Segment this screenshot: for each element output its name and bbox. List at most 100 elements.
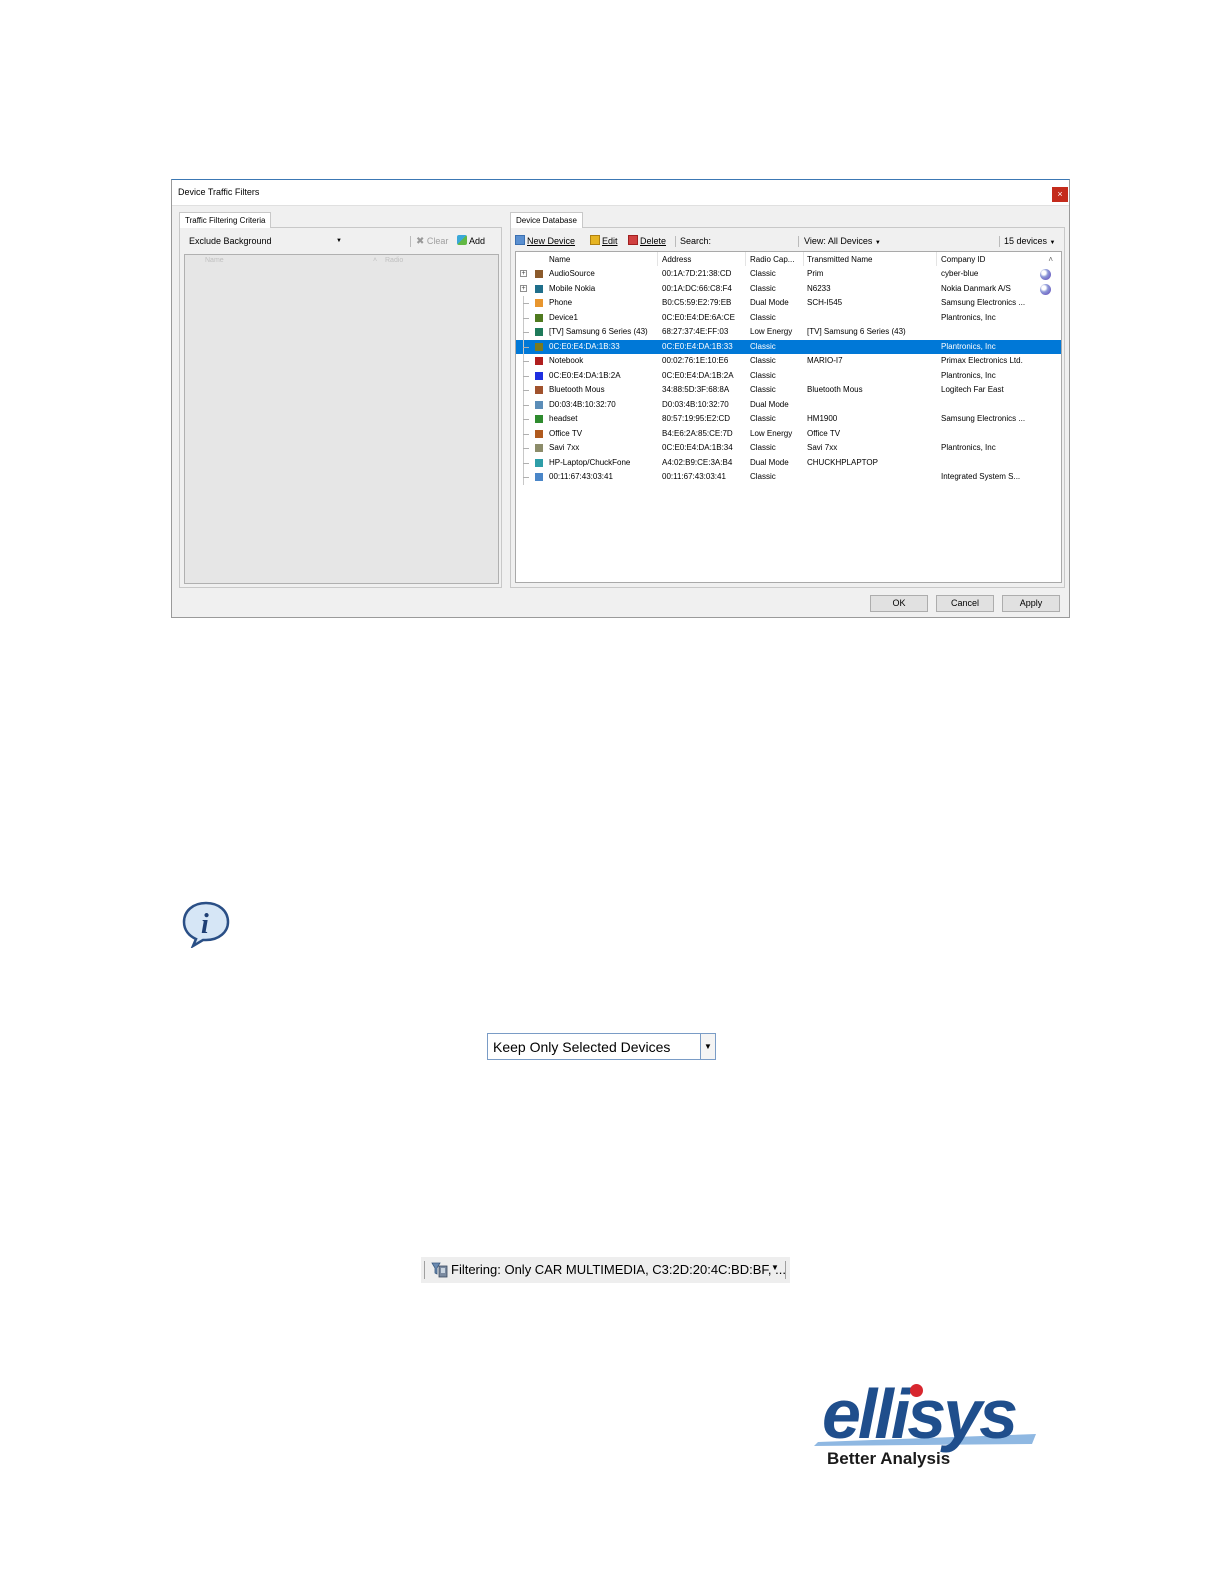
apply-button[interactable]: Apply bbox=[1002, 595, 1060, 612]
tree-line bbox=[523, 477, 529, 478]
device-color-swatch bbox=[535, 284, 543, 293]
device-color-swatch bbox=[535, 429, 543, 438]
cell-address: B0:C5:59:E2:79:EB bbox=[662, 298, 732, 307]
cell-address: 34:88:5D:3F:68:8A bbox=[662, 385, 730, 394]
cell-name: Notebook bbox=[549, 356, 584, 365]
clear-icon: ✖ bbox=[416, 236, 425, 247]
device-row[interactable]: D0:03:4B:10:32:70 D0:03:4B:10:32:70 Dual M… bbox=[516, 397, 1061, 412]
device-row[interactable]: 00:11:67:43:03:41 00:11:67:43:03:41 Classi… bbox=[516, 470, 1061, 485]
tab-device-database[interactable]: Device Database bbox=[510, 212, 583, 228]
delete-icon bbox=[628, 235, 638, 245]
clear-button[interactable]: ✖ Clear bbox=[416, 234, 448, 249]
criteria-list[interactable]: Name ˄ Radio bbox=[184, 254, 499, 584]
database-toolbar: New Device Edit Delete Search: View: All… bbox=[515, 234, 1060, 250]
device-count-dropdown[interactable]: 15 devices ▼ bbox=[1004, 234, 1056, 249]
cell-radio: Classic bbox=[750, 370, 776, 380]
cell-name: AudioSource bbox=[549, 269, 595, 278]
device-row[interactable]: + Mobile Nokia 00:1A:DC:66:C8:F4 Classic N62… bbox=[516, 282, 1061, 297]
cell-company-id: Plantronics, Inc bbox=[941, 341, 996, 351]
column-header-name[interactable]: Name bbox=[549, 255, 570, 264]
cell-transmitted-name: Bluetooth Mous bbox=[807, 385, 863, 394]
device-row[interactable]: 0C:E0:E4:DA:1B:33 0C:E0:E4:DA:1B:33 Classi… bbox=[516, 339, 1061, 354]
cell-company-id: Plantronics, Inc bbox=[941, 312, 996, 322]
ok-button[interactable]: OK bbox=[870, 595, 928, 612]
chevron-down-icon: ▼ bbox=[874, 240, 881, 246]
expand-icon[interactable]: + bbox=[520, 270, 527, 277]
cell-radio: Dual Mode bbox=[750, 457, 789, 467]
edit-label: Edit bbox=[602, 236, 618, 246]
toolbar-separator bbox=[675, 236, 676, 247]
keep-only-selected-devices-select[interactable]: Keep Only Selected Devices ▼ bbox=[487, 1033, 716, 1060]
criteria-column-name[interactable]: Name bbox=[205, 257, 224, 264]
svg-text:i: i bbox=[201, 909, 209, 940]
column-header-company-id[interactable]: Company ID bbox=[941, 255, 985, 264]
expand-icon[interactable]: + bbox=[520, 284, 527, 292]
chevron-down-icon: ▼ bbox=[1049, 240, 1056, 246]
cell-radio: Classic bbox=[750, 443, 776, 452]
ellisys-logo: ellisys Better Analysis bbox=[814, 1375, 1040, 1475]
device-row[interactable]: Notebook 00:02:76:1E:10:E6 Classic MARIO-I7… bbox=[516, 354, 1061, 369]
view-filter-dropdown[interactable]: View: All Devices ▼ bbox=[804, 234, 881, 249]
cell-radio: Low Energy bbox=[750, 428, 793, 438]
cell-transmitted-name: N6233 bbox=[807, 283, 831, 293]
traffic-filtering-criteria-panel: Exclude Background ▼ ✖ Clear Add Name ˄ … bbox=[179, 212, 502, 588]
device-color-swatch bbox=[535, 357, 543, 365]
cell-name: [TV] Samsung 6 Series (43) bbox=[549, 327, 648, 336]
column-header-radio[interactable]: Radio Cap... bbox=[750, 255, 803, 264]
device-row[interactable]: Office TV B4:E6:2A:85:CE:7D Low Energy Offi… bbox=[516, 426, 1061, 441]
search-input[interactable] bbox=[720, 234, 795, 249]
toolbar-separator bbox=[798, 236, 799, 247]
device-row[interactable]: Savi 7xx 0C:E0:E4:DA:1B:34 Classic Savi 7xx… bbox=[516, 441, 1061, 456]
cell-name: Savi 7xx bbox=[549, 443, 580, 452]
close-button[interactable]: × bbox=[1052, 187, 1068, 202]
new-device-button[interactable]: New Device bbox=[515, 234, 575, 249]
tree-line bbox=[523, 419, 529, 420]
logo-dot bbox=[910, 1384, 923, 1397]
device-row[interactable]: headset 80:57:19:95:E2:CD Classic HM1900 Sam… bbox=[516, 412, 1061, 427]
cell-company-id: Plantronics, Inc bbox=[941, 443, 996, 452]
chevron-down-icon: ▼ bbox=[771, 1263, 779, 1272]
keep-combo-value: Keep Only Selected Devices bbox=[493, 1039, 671, 1055]
criteria-mode-value: Exclude Background bbox=[189, 236, 272, 246]
device-database-panel: New Device Edit Delete Search: View: All… bbox=[510, 212, 1065, 588]
cell-company-id: Primax Electronics Ltd. bbox=[941, 356, 1023, 365]
device-status-icon bbox=[1040, 269, 1051, 280]
criteria-panel-body: Exclude Background ▼ ✖ Clear Add Name ˄ … bbox=[179, 227, 502, 588]
column-header-transmitted-name[interactable]: Transmitted Name bbox=[807, 255, 873, 264]
device-row[interactable]: + AudioSource 00:1A:7D:21:38:CD Classic Prim… bbox=[516, 267, 1061, 282]
device-traffic-filters-dialog: Device Traffic Filters × Exclude Backgro… bbox=[171, 179, 1070, 618]
tab-traffic-filtering-criteria[interactable]: Traffic Filtering Criteria bbox=[179, 212, 272, 228]
chevron-down-icon[interactable]: ▼ bbox=[700, 1034, 715, 1059]
column-header-address[interactable]: Address bbox=[662, 255, 691, 264]
cell-company-id: Samsung Electronics ... bbox=[941, 414, 1026, 423]
status-separator bbox=[424, 1261, 425, 1279]
device-color-swatch bbox=[535, 328, 543, 336]
cancel-button[interactable]: Cancel bbox=[936, 595, 994, 612]
criteria-column-radio[interactable]: Radio bbox=[385, 257, 403, 264]
cell-company-id: Integrated System S... bbox=[941, 472, 1021, 481]
device-color-swatch bbox=[535, 342, 543, 351]
filtering-status-button[interactable]: Filtering: Only CAR MULTIMEDIA, C3:2D:20… bbox=[421, 1257, 790, 1283]
tree-line bbox=[523, 346, 529, 348]
cell-radio: Dual Mode bbox=[750, 399, 789, 409]
device-row[interactable]: Bluetooth Mous 34:88:5D:3F:68:8A Classic Bl… bbox=[516, 383, 1061, 398]
device-row[interactable]: [TV] Samsung 6 Series (43) 68:27:37:4E:FF… bbox=[516, 325, 1061, 340]
scroll-up-icon[interactable]: ˄ bbox=[1048, 255, 1053, 264]
delete-label: Delete bbox=[640, 236, 667, 246]
criteria-mode-select[interactable]: Exclude Background ▼ bbox=[184, 234, 344, 249]
cell-address: 00:1A:DC:66:C8:F4 bbox=[662, 283, 732, 293]
cell-address: 0C:E0:E4:DA:1B:2A bbox=[662, 370, 734, 380]
edit-button[interactable]: Edit bbox=[590, 234, 618, 249]
tree-line bbox=[523, 317, 529, 319]
device-row[interactable]: Device1 0C:E0:E4:DE:6A:CE Classic Plantroni… bbox=[516, 310, 1061, 325]
device-color-swatch bbox=[535, 458, 543, 467]
add-button[interactable]: Add bbox=[457, 234, 485, 249]
device-row[interactable]: 0C:E0:E4:DA:1B:2A 0C:E0:E4:DA:1B:2A Classi… bbox=[516, 368, 1061, 383]
view-filter-label: View: All Devices bbox=[804, 236, 873, 246]
device-row[interactable]: HP-Laptop/ChuckFone A4:02:B9:CE:3A:B4 Dual… bbox=[516, 455, 1061, 470]
cell-address: A4:02:B9:CE:3A:B4 bbox=[662, 457, 733, 467]
cell-company-id: cyber-blue bbox=[941, 269, 979, 278]
delete-button[interactable]: Delete bbox=[628, 234, 666, 249]
clear-label: Clear bbox=[426, 236, 449, 246]
device-row[interactable]: Phone B0:C5:59:E2:79:EB Dual Mode SCH-I545 S… bbox=[516, 296, 1061, 311]
